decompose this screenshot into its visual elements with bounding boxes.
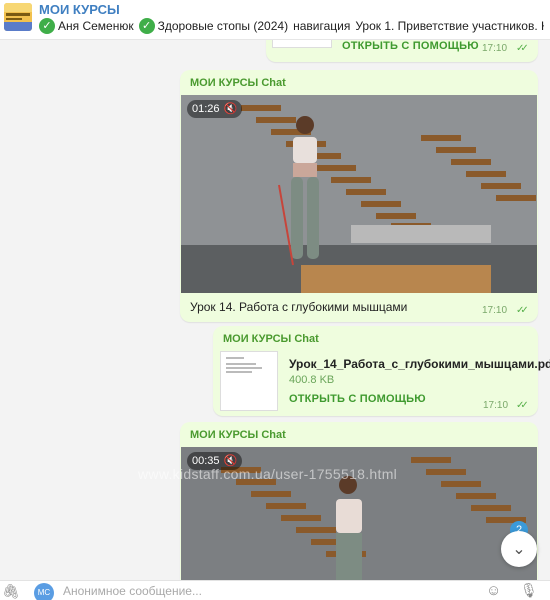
video-message[interactable]: МОИ КУРСЫ Chat 01:26 🔇 Урок 14. Работа с… — [180, 70, 538, 322]
chevron-down-icon: ⌄ — [512, 541, 526, 558]
file-size: 400.8 KB — [289, 374, 335, 386]
scroll-down-button[interactable]: ⌄ — [501, 531, 537, 567]
topic-course: Здоровые стопы (2024) — [157, 19, 289, 33]
video-frame — [181, 95, 537, 293]
video-message[interactable]: МОИ КУРСЫ Chat 00:35 🔇 — [180, 422, 538, 580]
double-check-icon: ✓✓ — [516, 400, 529, 411]
sender-name[interactable]: МОИ КУРСЫ Chat — [223, 333, 319, 345]
channel-avatar[interactable] — [4, 3, 32, 31]
file-message[interactable]: ОТКРЫТЬ С ПОМОЩЬЮ 17:10 ✓✓ — [266, 40, 538, 62]
message-time: 17:10 — [483, 400, 509, 411]
file-name[interactable]: Урок_14_Работа_с_глубокими_мышцами.pdf — [289, 357, 550, 371]
double-check-icon: ✓✓ — [516, 305, 529, 316]
paperclip-icon[interactable]: 🖇 — [2, 583, 20, 600]
muted-speaker-icon[interactable]: 🔇 — [224, 100, 238, 118]
channel-title[interactable]: МОИ КУРСЫ — [39, 2, 120, 17]
message-caption: Урок 14. Работа с глубокими мышцами — [190, 300, 408, 314]
message-composer[interactable]: 🖇 МС ☺ 🎙 — [0, 580, 550, 600]
document-thumbnail[interactable] — [272, 40, 332, 48]
message-time: 17:10 — [482, 43, 508, 54]
open-with-button[interactable]: ОТКРЫТЬ С ПОМОЩЬЮ — [342, 40, 479, 52]
sender-name[interactable]: МОИ КУРСЫ Chat — [190, 429, 286, 441]
sender-name[interactable]: МОИ КУРСЫ Chat — [190, 77, 286, 89]
pinned-topic-path[interactable]: ✓ Аня Семенюк ✓ Здоровые стопы (2024) на… — [39, 17, 544, 35]
video-duration-badge: 01:26 🔇 — [187, 100, 243, 118]
watermark-text: www.kidstaff.com.ua/user-1755518.html — [138, 466, 398, 482]
topic-author: Аня Семенюк — [58, 19, 134, 33]
open-with-button[interactable]: ОТКРЫТЬ С ПОМОЩЬЮ — [289, 393, 426, 405]
file-message[interactable]: МОИ КУРСЫ Chat Урок_14_Работа_с_глубоким… — [213, 326, 550, 416]
document-thumbnail[interactable] — [220, 351, 278, 411]
message-input[interactable] — [63, 582, 473, 600]
chat-header[interactable]: МОИ КУРСЫ ✓ Аня Семенюк ✓ Здоровые стопы… — [0, 0, 550, 40]
video-player[interactable]: 01:26 🔇 — [181, 95, 537, 293]
microphone-icon[interactable]: 🎙 — [520, 582, 538, 599]
message-time: 17:10 — [482, 305, 508, 316]
topic-lesson: Урок 1. Приветствие участников. Как б... — [355, 19, 544, 33]
check-circle-icon: ✓ — [138, 18, 155, 34]
smiley-icon[interactable]: ☺ — [486, 582, 501, 599]
topic-section: навигация — [293, 19, 351, 33]
check-circle-icon: ✓ — [39, 18, 55, 34]
video-duration: 01:26 — [192, 103, 220, 115]
message-list[interactable]: ОТКРЫТЬ С ПОМОЩЬЮ 17:10 ✓✓ МОИ КУРСЫ Cha… — [0, 40, 550, 580]
double-check-icon: ✓✓ — [516, 43, 529, 54]
avatar[interactable]: МС — [34, 583, 54, 600]
